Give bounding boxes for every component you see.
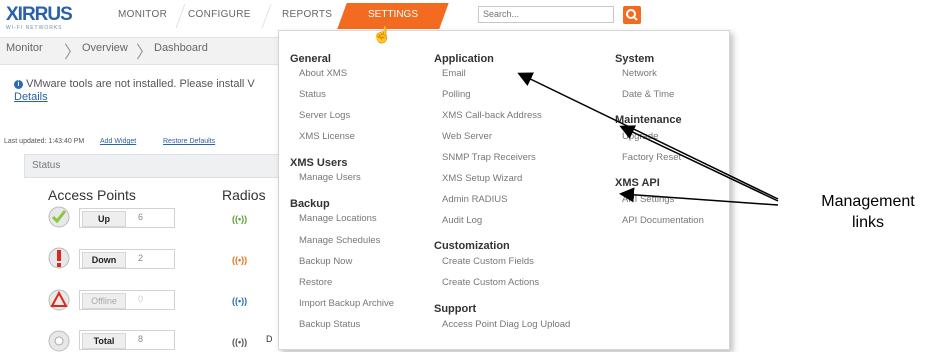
annotation-label: Management links	[806, 191, 930, 233]
annotation-line-2: links	[851, 214, 884, 231]
arrow-to-api	[619, 187, 779, 206]
annotation-line-1: Management	[821, 193, 915, 210]
arrow-to-application	[517, 72, 779, 200]
arrow-to-maintenance	[619, 125, 779, 202]
annotation-arrows	[517, 72, 779, 206]
